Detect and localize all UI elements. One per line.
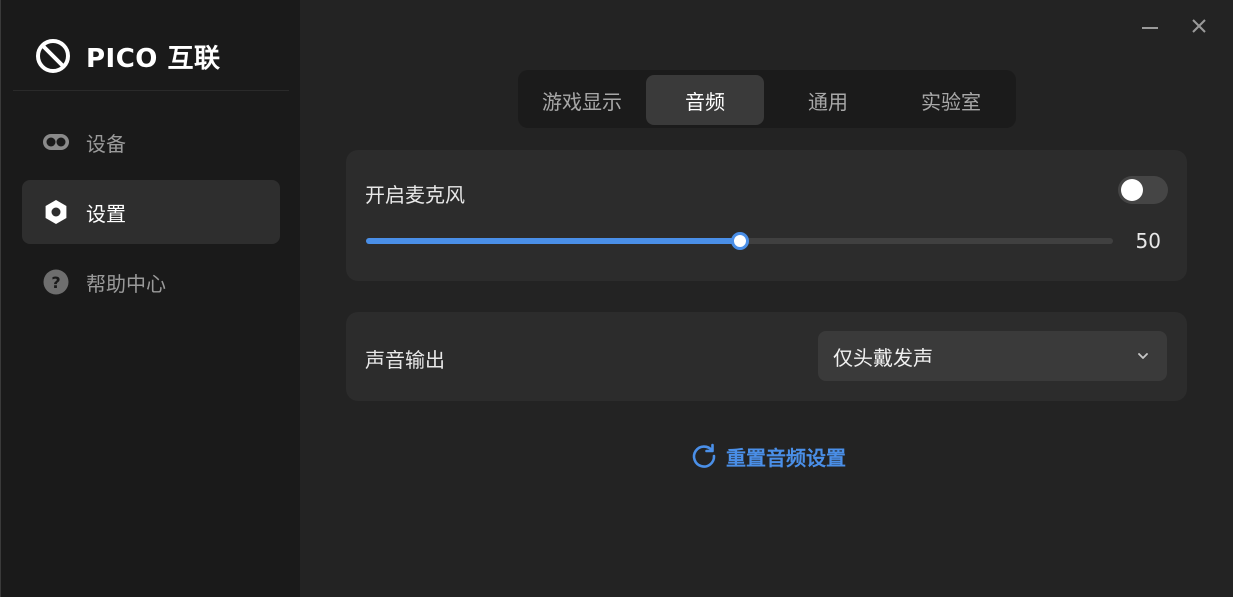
minimize-icon (1142, 27, 1158, 29)
tab-general[interactable]: 通用 (769, 75, 887, 125)
brand: PICO 互联 (35, 36, 220, 76)
pico-logo-icon (36, 39, 70, 73)
sidebar-item-label: 帮助中心 (86, 271, 166, 296)
audio-output-selected: 仅头戴发声 (833, 345, 933, 370)
tab-audio[interactable]: 音频 (646, 75, 764, 125)
sidebar-item-settings[interactable]: 设置 (22, 180, 280, 244)
microphone-toggle[interactable] (1118, 176, 1168, 204)
microphone-volume-slider[interactable] (366, 232, 1113, 250)
sidebar-item-label: 设备 (86, 131, 126, 156)
audio-output-label: 声音输出 (365, 348, 445, 372)
tab-game-display[interactable]: 游戏显示 (523, 75, 641, 125)
microphone-card: 开启麦克风 50 (346, 150, 1187, 281)
reset-audio-settings-label: 重置音频设置 (726, 445, 846, 470)
slider-fill (366, 238, 740, 244)
svg-text:?: ? (51, 273, 60, 292)
sidebar-item-help[interactable]: ? 帮助中心 (22, 250, 280, 314)
microphone-label: 开启麦克风 (365, 183, 465, 207)
toggle-knob (1121, 179, 1143, 201)
vr-headset-icon (42, 128, 70, 156)
sidebar-item-label: 设置 (86, 201, 126, 226)
close-icon (1192, 19, 1206, 33)
microphone-volume-value: 50 (1135, 229, 1161, 253)
app-window: PICO 互联 设备 设置 ? 帮助中心 游戏显示 音频 通用 实验室 开启麦克… (0, 0, 1233, 597)
help-icon: ? (42, 268, 70, 296)
refresh-icon (692, 443, 716, 468)
minimize-button[interactable] (1136, 12, 1164, 40)
settings-tabs: 游戏显示 音频 通用 实验室 (518, 70, 1016, 128)
audio-output-card: 声音输出 仅头戴发声 (346, 312, 1187, 401)
reset-audio-settings-button[interactable]: 重置音频设置 (690, 440, 846, 472)
sidebar: PICO 互联 设备 设置 ? 帮助中心 (0, 0, 300, 597)
tab-lab[interactable]: 实验室 (892, 75, 1010, 125)
brand-divider (13, 90, 289, 91)
chevron-down-icon (1138, 353, 1148, 359)
close-button[interactable] (1185, 12, 1213, 40)
sidebar-item-devices[interactable]: 设备 (22, 110, 280, 174)
brand-name: PICO 互联 (86, 43, 221, 74)
audio-output-select[interactable]: 仅头戴发声 (818, 331, 1167, 381)
slider-thumb[interactable] (730, 232, 749, 250)
settings-icon (42, 198, 70, 226)
